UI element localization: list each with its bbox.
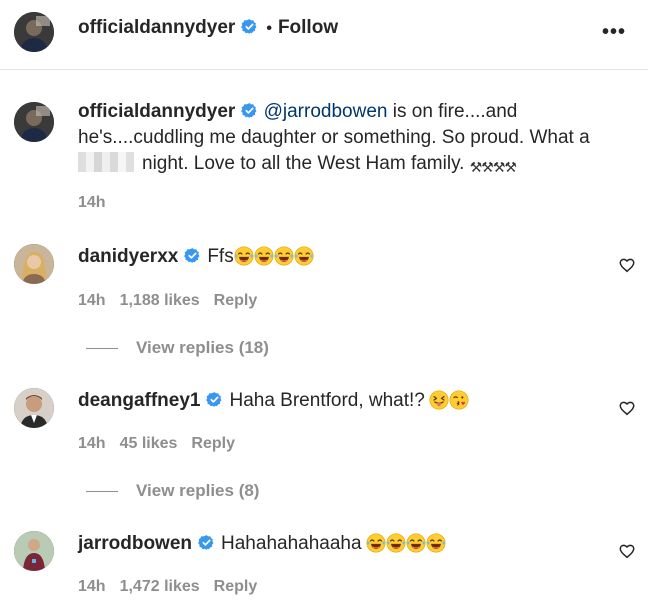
comment-time[interactable]: 14h <box>78 435 106 452</box>
like-heart-icon[interactable] <box>618 542 636 560</box>
like-heart-icon[interactable] <box>618 256 636 274</box>
header-user: officialdannydyer • Follow <box>78 17 338 39</box>
caption-username[interactable]: officialdannydyer <box>78 101 235 122</box>
caption-avatar[interactable] <box>14 102 54 142</box>
caption-time[interactable]: 14h <box>78 194 106 211</box>
more-options-icon[interactable]: ••• <box>602 22 626 42</box>
face-with-tears-of-joy-icon <box>254 246 274 266</box>
separator-dot: • <box>266 20 272 37</box>
comment-avatar-danidyerxx[interactable] <box>14 244 54 284</box>
divider-line <box>86 348 118 350</box>
caption-text-part2: night. Love to all the West Ham family. <box>142 153 470 174</box>
comment-likes[interactable]: 1,472 likes <box>120 578 200 595</box>
comment-username[interactable]: deangaffney1 <box>78 390 200 411</box>
face-with-tears-of-joy-icon <box>294 246 314 266</box>
reply-button[interactable]: Reply <box>214 578 258 595</box>
censored-word <box>78 152 138 172</box>
squinting-face-with-tongue-icon <box>429 390 449 410</box>
divider-line <box>86 491 118 493</box>
comment-text: Ffs <box>207 246 234 267</box>
mention-link[interactable]: @jarrodbowen <box>264 101 388 122</box>
comment-meta: 14h 45 likes Reply <box>78 435 249 453</box>
comment-likes[interactable]: 45 likes <box>120 435 178 452</box>
post-caption: officialdannydyer @jarrodbowen is on fir… <box>78 99 618 180</box>
verified-badge-icon <box>198 534 215 551</box>
face-with-tears-of-joy-icon <box>366 533 386 553</box>
like-heart-icon[interactable] <box>618 399 636 417</box>
verified-badge-icon <box>241 102 258 119</box>
comment-avatar-deangaffney1[interactable] <box>14 388 54 428</box>
comment-avatar-jarrodbowen[interactable] <box>14 531 54 571</box>
face-with-tears-of-joy-icon <box>406 533 426 553</box>
comment-time[interactable]: 14h <box>78 292 106 309</box>
reply-button[interactable]: Reply <box>214 292 258 309</box>
comment-deangaffney1: deangaffney1 Haha Brentford, what!? <box>78 390 469 412</box>
header-username[interactable]: officialdannydyer <box>78 17 235 38</box>
avatar[interactable] <box>14 12 54 52</box>
reply-button[interactable]: Reply <box>191 435 235 452</box>
face-with-tears-of-joy-icon <box>426 533 446 553</box>
follow-button[interactable]: Follow <box>278 17 338 38</box>
view-replies-label: View replies (18) <box>136 338 269 357</box>
comment-likes[interactable]: 1,188 likes <box>120 292 200 309</box>
face-with-tears-of-joy-icon <box>274 246 294 266</box>
comment-meta: 14h 1,188 likes Reply <box>78 292 271 310</box>
hammers-emoji: ⚒⚒⚒⚒ <box>469 159 517 175</box>
post-header: officialdannydyer • Follow ••• <box>0 0 648 70</box>
face-blowing-a-kiss-icon <box>449 390 469 410</box>
caption-meta: 14h <box>78 194 120 212</box>
view-replies-button[interactable]: View replies (8) <box>86 481 259 501</box>
comment-username[interactable]: jarrodbowen <box>78 533 192 554</box>
comment-text: Haha Brentford, what!? <box>229 390 425 411</box>
comment-jarrodbowen: jarrodbowen Hahahahahaaha <box>78 533 446 555</box>
verified-badge-icon <box>206 391 223 408</box>
comment-danidyerxx: danidyerxx Ffs <box>78 246 314 268</box>
comment-time[interactable]: 14h <box>78 578 106 595</box>
view-replies-button[interactable]: View replies (18) <box>86 338 269 358</box>
comment-meta: 14h 1,472 likes Reply <box>78 578 271 596</box>
verified-badge-icon <box>241 18 258 35</box>
face-with-tears-of-joy-icon <box>234 246 254 266</box>
view-replies-label: View replies (8) <box>136 481 260 500</box>
comment-text: Hahahahahaaha <box>221 533 362 554</box>
comment-username[interactable]: danidyerxx <box>78 246 178 267</box>
verified-badge-icon <box>184 247 201 264</box>
face-with-tears-of-joy-icon <box>386 533 406 553</box>
